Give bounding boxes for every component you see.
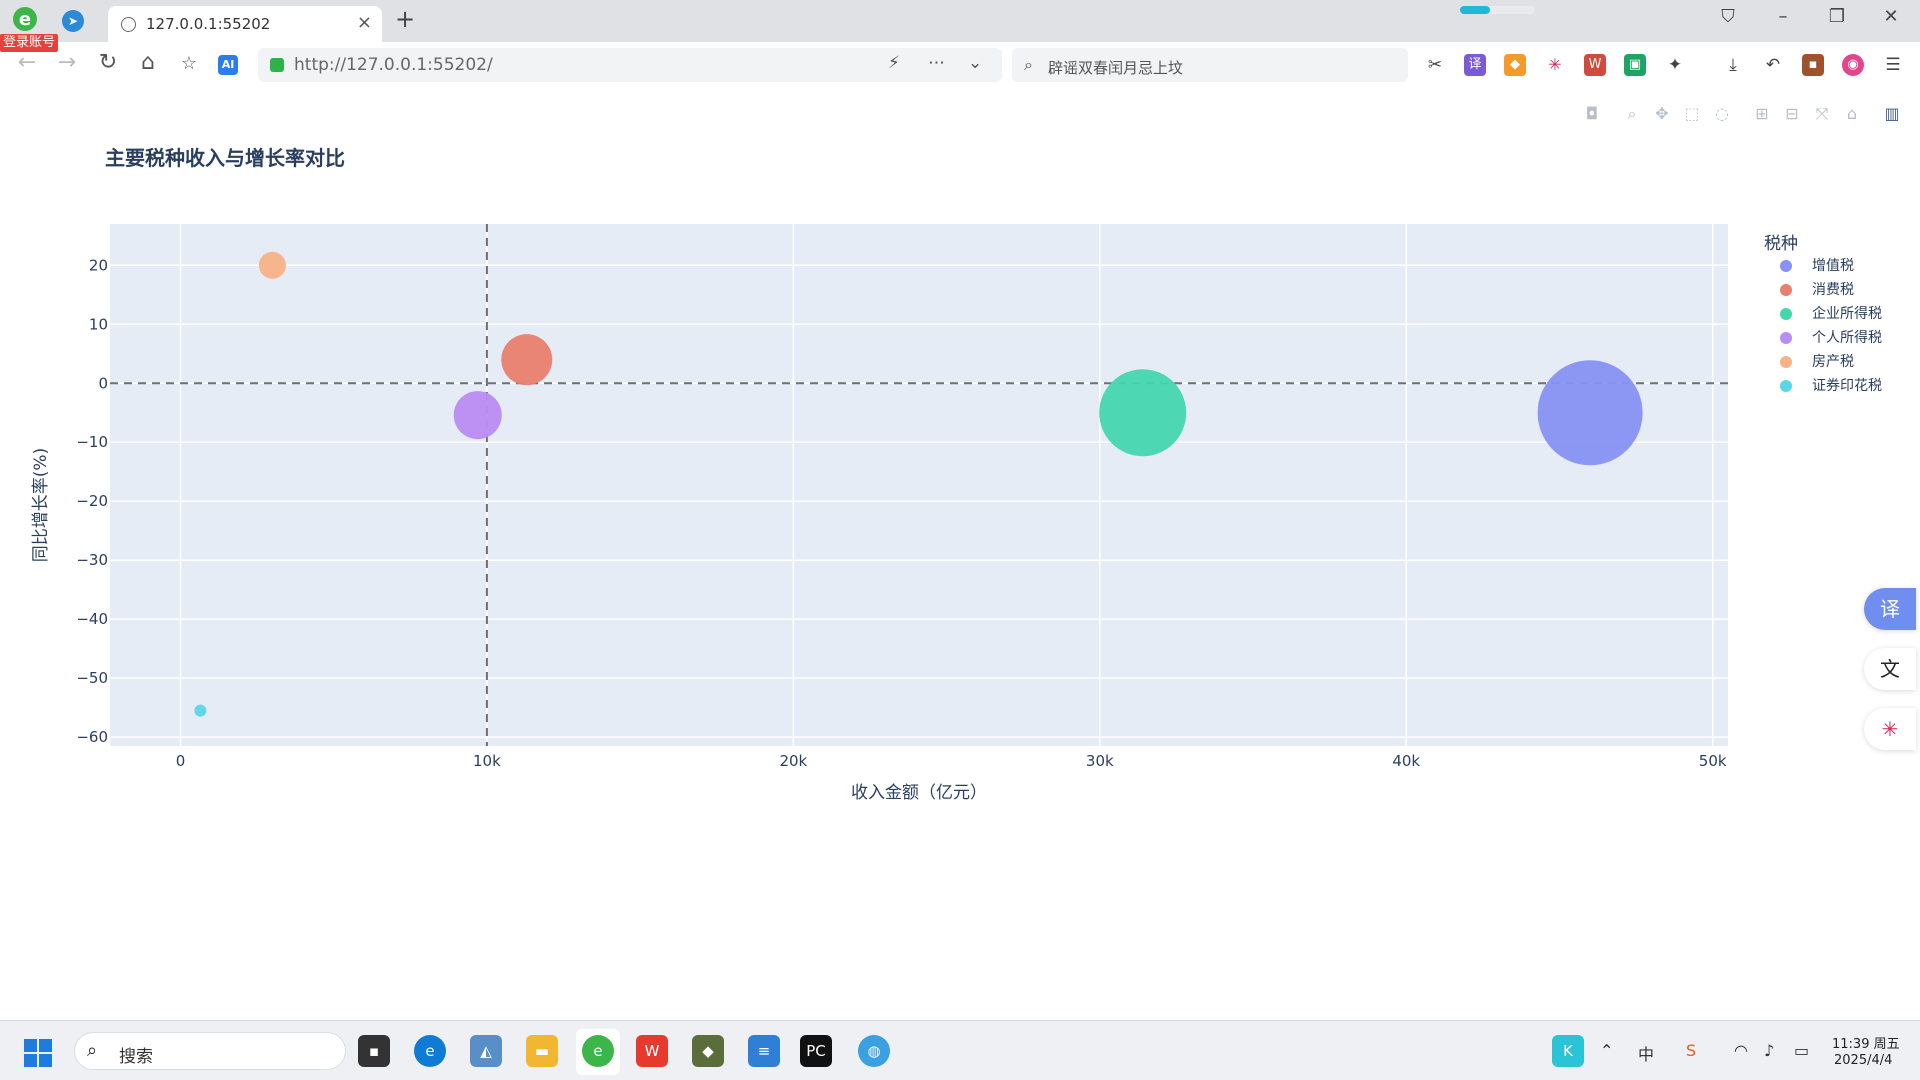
wps-icon[interactable]: W (636, 1035, 668, 1067)
wifi-icon[interactable]: ◠ (1734, 1041, 1748, 1060)
clock-time[interactable]: 11:39 周五 (1832, 1033, 1900, 1052)
legend-label: 房产税 (1812, 354, 1854, 370)
legend-title: 税种 (1764, 234, 1798, 254)
bubble-point[interactable] (501, 334, 553, 386)
y-axis-title: 同比增长率(%) (31, 448, 51, 562)
photos-icon[interactable]: ◭ (470, 1035, 502, 1067)
legend-label: 消费税 (1812, 282, 1854, 298)
y-tick-label: 0 (98, 374, 108, 392)
y-tick-label: −30 (76, 551, 108, 569)
search-icon: ⌕ (87, 1040, 98, 1061)
bubble-point[interactable] (194, 704, 207, 717)
bubble-point[interactable] (453, 391, 502, 440)
x-tick-label: 40k (1392, 752, 1420, 770)
s-app-icon[interactable]: S (1686, 1041, 1696, 1060)
y-tick-label: 10 (89, 315, 108, 333)
legend-label: 企业所得税 (1812, 306, 1882, 322)
taskbar: ⌕ 搜索 ▪ e ◭ ▬ e W ◆ ≡ PC ◍ K ⌃ 中 S ◠ ♪ ▭ … (0, 1020, 1920, 1080)
legend-label: 证券印花税 (1812, 378, 1882, 394)
k-app-icon[interactable]: K (1552, 1035, 1584, 1067)
y-tick-label: −20 (76, 492, 108, 510)
edge-icon[interactable]: e (414, 1035, 446, 1067)
ime-indicator[interactable]: 中 (1638, 1041, 1654, 1065)
legend-marker (1780, 308, 1792, 320)
bubble-point[interactable] (1537, 360, 1643, 466)
browser-taskbar-icon[interactable]: e (582, 1035, 614, 1067)
x-tick-label: 20k (779, 752, 807, 770)
scatter-chart[interactable]: 0 10k 20k 30k 40k 50k 20 10 0 −10 −20 −30 −40 −50 −60 收… (0, 0, 1920, 1020)
volume-icon[interactable]: ♪ (1764, 1041, 1774, 1060)
bubble-point[interactable] (1099, 369, 1187, 457)
notepad-icon[interactable]: ≡ (748, 1035, 780, 1067)
taskbar-search-text[interactable]: 搜索 (119, 1042, 153, 1067)
legend-marker (1780, 284, 1792, 296)
x-tick-label: 0 (176, 752, 186, 770)
bubble-point[interactable] (258, 251, 286, 279)
battery-icon[interactable]: ▭ (1794, 1041, 1809, 1060)
translate-float-button[interactable]: 译 (1864, 588, 1916, 630)
legend-marker (1780, 332, 1792, 344)
y-tick-label: 20 (89, 256, 108, 274)
file-explorer-icon[interactable]: ▬ (526, 1035, 558, 1067)
x-tick-label: 30k (1086, 752, 1114, 770)
login-badge[interactable]: 登录账号 (0, 34, 59, 52)
globe-app-icon[interactable]: ◍ (858, 1035, 890, 1067)
y-tick-label: −50 (76, 669, 108, 687)
y-tick-label: −10 (76, 433, 108, 451)
plot-area (110, 224, 1728, 746)
legend-marker (1780, 356, 1792, 368)
x-tick-label: 10k (473, 752, 501, 770)
legend-label: 个人所得税 (1812, 330, 1882, 346)
taskbar-search[interactable]: ⌕ 搜索 (74, 1032, 346, 1070)
game-app-icon[interactable]: ◆ (692, 1035, 724, 1067)
text-translate-icon[interactable]: 文 (1864, 648, 1916, 690)
pycharm-icon[interactable]: PC (800, 1035, 832, 1067)
legend-marker (1780, 260, 1792, 272)
task-view-icon[interactable]: ▪ (358, 1035, 390, 1067)
clock-date[interactable]: 2025/4/4 (1834, 1053, 1892, 1068)
x-axis-title: 收入金额（亿元） (851, 783, 987, 803)
legend-marker (1780, 380, 1792, 392)
y-tick-label: −40 (76, 610, 108, 628)
chevron-up-icon[interactable]: ⌃ (1600, 1041, 1613, 1060)
network-float-icon[interactable]: ✳ (1864, 708, 1916, 750)
y-tick-label: −60 (76, 728, 108, 746)
x-tick-label: 50k (1699, 752, 1727, 770)
start-button[interactable] (24, 1039, 54, 1069)
legend-label: 增值税 (1812, 258, 1854, 274)
